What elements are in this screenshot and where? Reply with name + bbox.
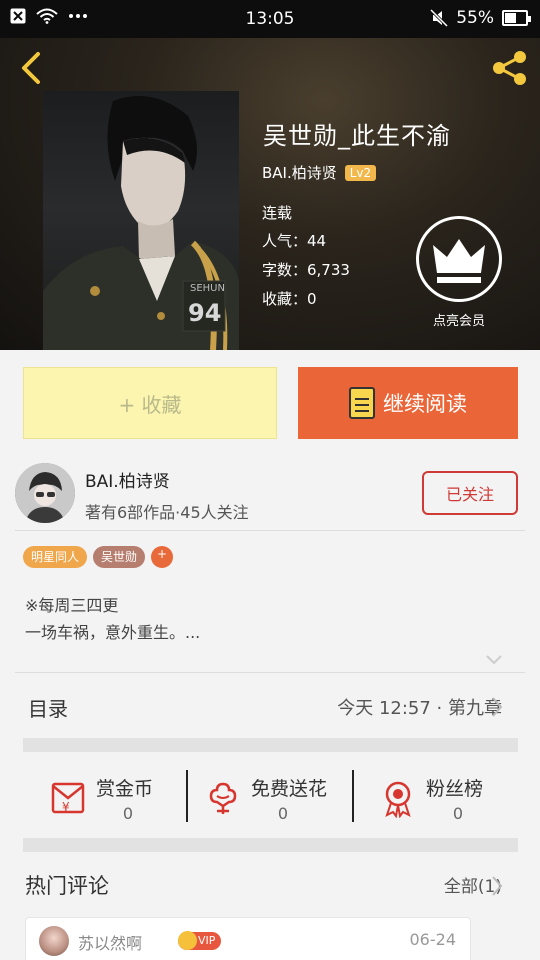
- book-title: 吴世勋_此生不渝: [263, 122, 451, 150]
- section-separator: [23, 838, 518, 852]
- follow-button[interactable]: 已关注: [422, 471, 518, 515]
- word-count-stat: 字数：6,733: [262, 261, 350, 279]
- tag-list: 明星同人 吴世勋 +: [23, 546, 174, 568]
- back-arrow-icon[interactable]: [14, 50, 50, 86]
- author-card[interactable]: BAI.柏诗贤 著有6部作品·45人关注 已关注: [0, 455, 540, 531]
- tag-character[interactable]: 吴世勋: [93, 546, 146, 568]
- stat-value: 0: [277, 804, 289, 823]
- hot-comments-title: 热门评论: [25, 874, 109, 898]
- divider: [15, 530, 525, 531]
- section-separator: [23, 738, 518, 752]
- flower-icon: [209, 782, 237, 814]
- vip-badge-text: VIP: [198, 934, 216, 947]
- toc-label: 目录: [28, 697, 68, 721]
- battery-icon: [502, 10, 531, 26]
- description-line: ※每周三四更: [25, 596, 119, 615]
- comment-date: 06-24: [409, 930, 457, 949]
- latest-chapter: 今天 12:57 · 第九章: [337, 698, 502, 719]
- stat-label: 粉丝榜: [426, 778, 484, 800]
- chevron-down-icon[interactable]: [485, 650, 503, 668]
- cover-number: 94: [188, 299, 221, 327]
- cover-illustration: SEHUN 94: [43, 96, 239, 350]
- chevron-right-icon[interactable]: [490, 874, 504, 898]
- mute-icon: [430, 9, 449, 27]
- avatar-illustration: [15, 463, 75, 523]
- crown-icon: [433, 239, 485, 283]
- divider: [15, 672, 525, 673]
- crown-icon: [178, 931, 197, 950]
- stat-divider: [186, 770, 188, 822]
- collect-button[interactable]: + 收藏: [23, 367, 277, 439]
- add-tag-button[interactable]: +: [151, 546, 174, 568]
- level-badge: Lv2: [344, 164, 377, 181]
- cover-name-tag: SEHUN: [190, 283, 225, 294]
- author-avatar[interactable]: [15, 463, 75, 523]
- author-name[interactable]: BAI.柏诗贤: [85, 467, 170, 492]
- stat-value: 0: [122, 804, 134, 823]
- stat-label: 赏金币: [96, 778, 154, 800]
- red-envelope-icon: ¥: [51, 782, 85, 814]
- commenter-name[interactable]: 苏以然啊: [78, 930, 142, 954]
- popularity-stat: 人气：44: [262, 232, 327, 250]
- continue-reading-button[interactable]: 继续阅读: [298, 367, 518, 439]
- book-icon: [349, 387, 375, 419]
- stat-divider: [352, 770, 354, 822]
- serial-status: 连载: [262, 204, 293, 222]
- share-icon[interactable]: [490, 48, 530, 88]
- chevron-right-icon: [492, 697, 503, 717]
- continue-reading-label: 继续阅读: [383, 392, 467, 416]
- stat-value: 0: [452, 804, 464, 823]
- vip-label[interactable]: 点亮会员: [400, 310, 518, 329]
- tag-idol-fanfic[interactable]: 明星同人: [23, 546, 88, 568]
- svg-text:¥: ¥: [62, 800, 70, 814]
- author-info: 著有6部作品·45人关注: [85, 503, 249, 522]
- battery-percent: 55%: [456, 8, 494, 28]
- book-header: SEHUN 94 吴世勋_此生不渝 BAI.柏诗贤 Lv2 连载 人气：44 字…: [0, 38, 540, 350]
- book-description: ※每周三四更 一场车祸，意外重生。...: [25, 592, 200, 646]
- favorites-stat: 收藏：0: [262, 290, 317, 308]
- description-line: 一场车祸，意外重生。...: [25, 623, 201, 642]
- support-stats: ¥ 赏金币 0 免费送花 0 粉丝榜 0: [0, 762, 540, 832]
- table-of-contents-row[interactable]: 目录 今天 12:57 · 第九章: [0, 685, 540, 731]
- status-bar: 13:05 55%: [0, 0, 540, 38]
- comment-item[interactable]: 苏以然啊 VIP 06-24: [25, 917, 471, 960]
- vip-badge: VIP: [178, 931, 222, 950]
- medal-icon: [385, 781, 411, 818]
- book-cover-image[interactable]: SEHUN 94: [43, 91, 239, 350]
- header-author-name[interactable]: BAI.柏诗贤: [262, 162, 337, 183]
- vip-crown-button[interactable]: [416, 216, 502, 302]
- commenter-avatar[interactable]: [39, 926, 69, 956]
- stat-label: 免费送花: [251, 778, 328, 800]
